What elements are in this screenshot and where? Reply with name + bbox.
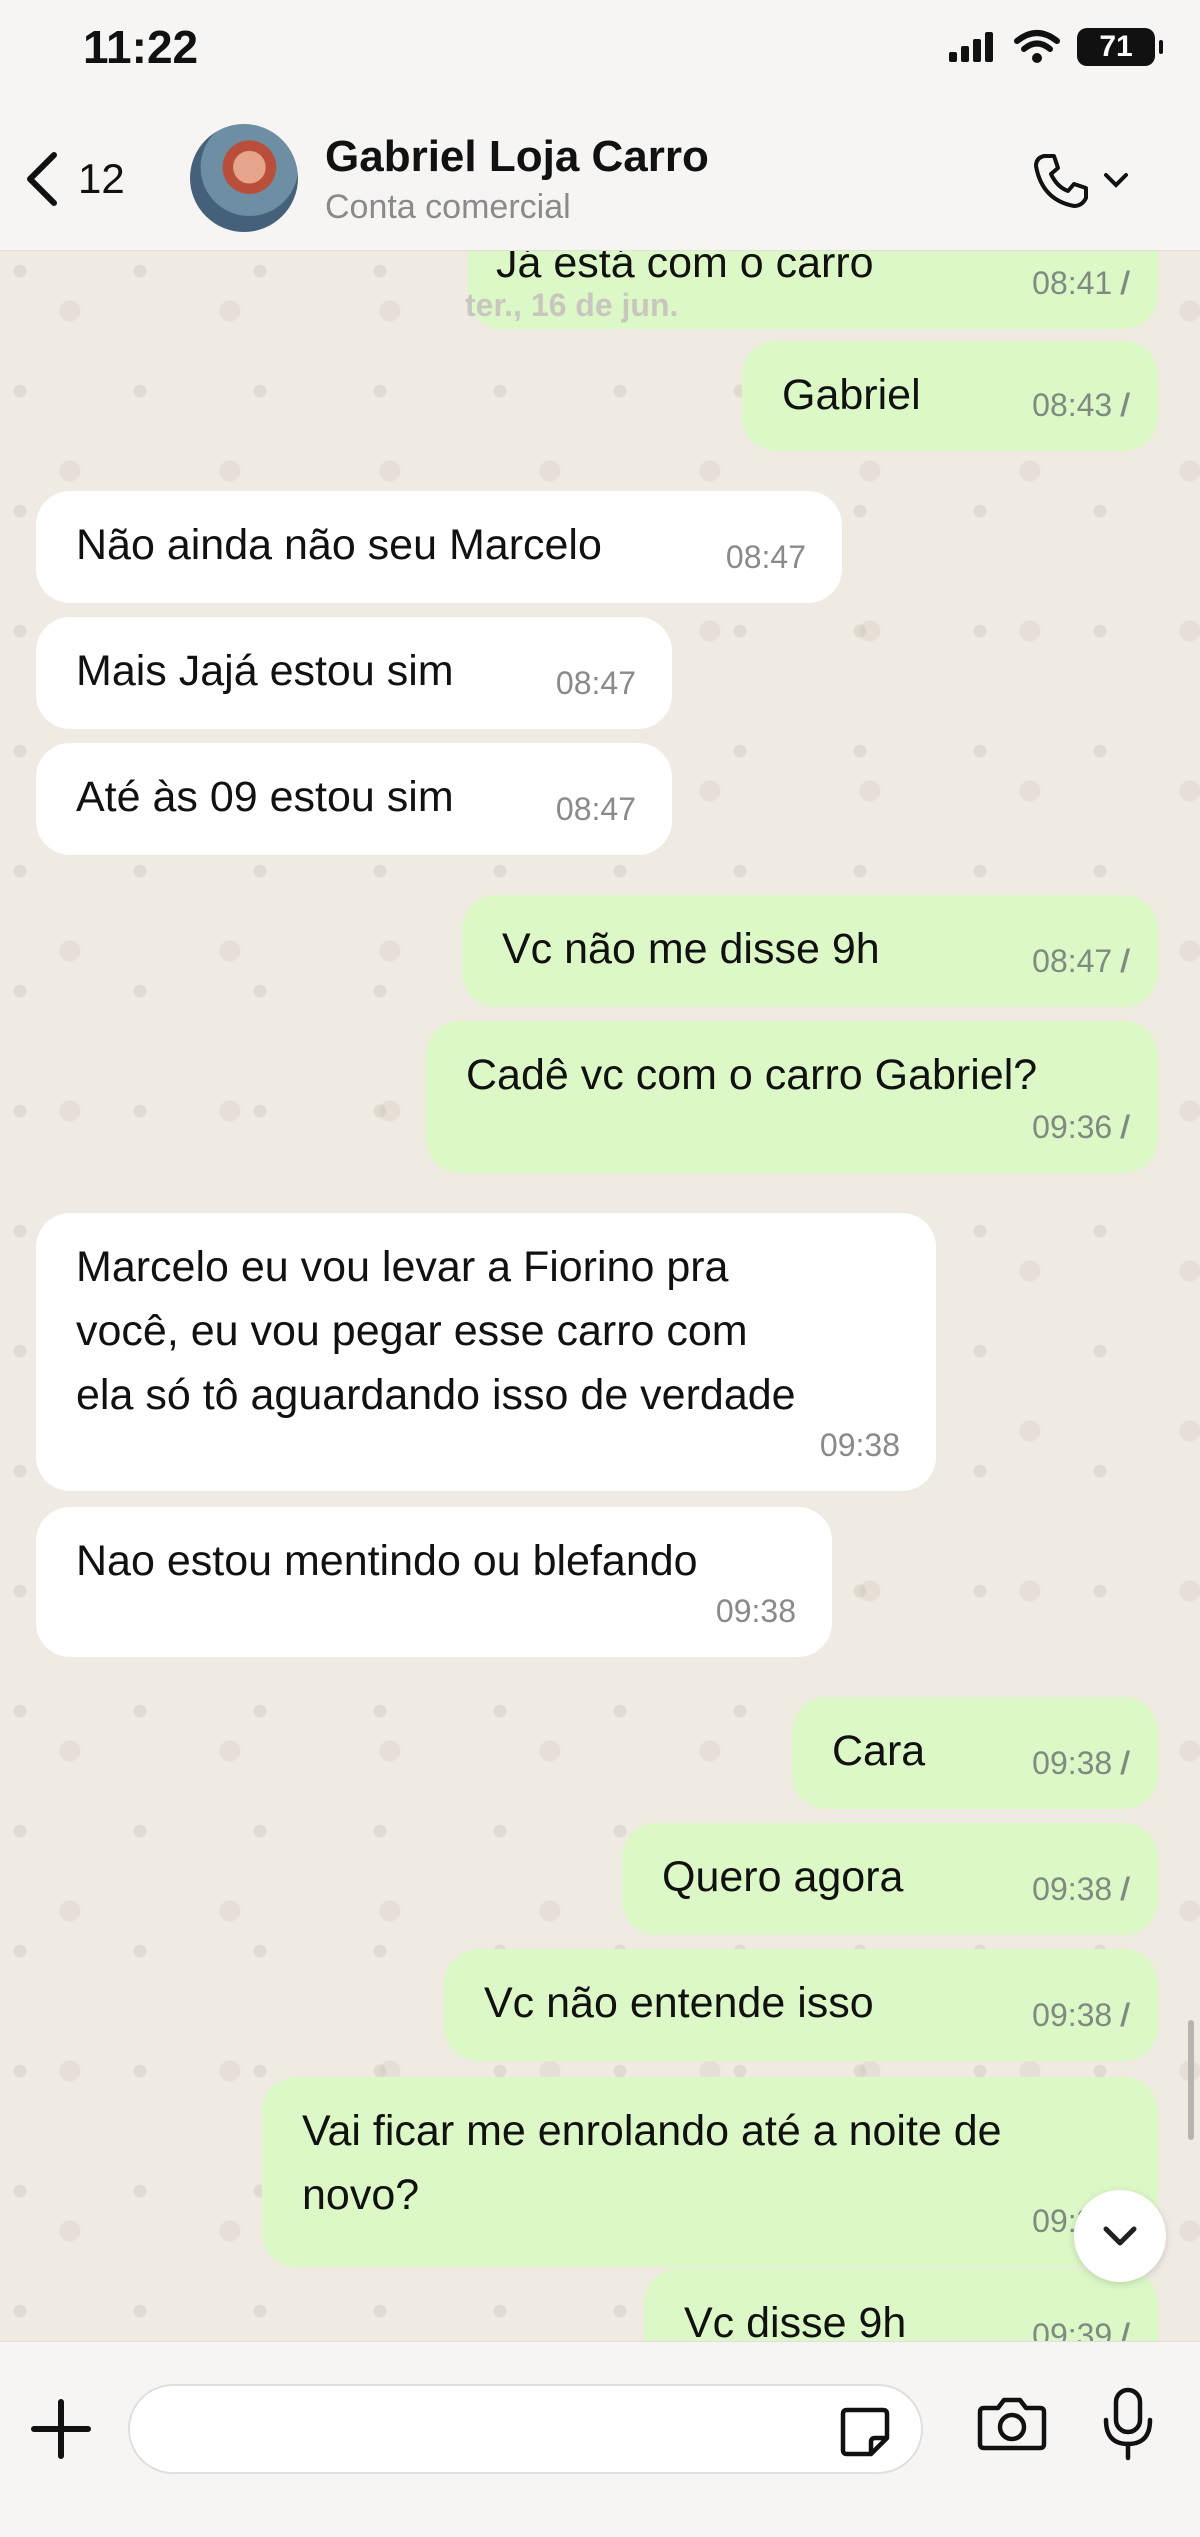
sticker-icon[interactable] [837, 2404, 893, 2460]
message-text: Nao estou mentindo ou blefando [76, 1537, 698, 1585]
message-time: 08:41 [1032, 265, 1113, 301]
message-text: Até às 09 estou sim [76, 773, 454, 821]
chevron-down-icon [1104, 173, 1128, 188]
message-text: Vc disse 9h [684, 2299, 907, 2341]
message-bubble-incoming[interactable]: Não ainda não seu Marcelo 08:47 [36, 491, 842, 603]
status-icons: 71 [947, 28, 1163, 66]
contact-subtitle: Conta comercial [325, 188, 571, 226]
contact-name[interactable]: Gabriel Loja Carro [325, 132, 709, 182]
message-bubble-outgoing[interactable]: Cara 09:38// [792, 1697, 1158, 1809]
message-meta: 08:41// [1032, 251, 1129, 315]
battery-indicator: 71 [1077, 28, 1163, 66]
chat-header: 12 Gabriel Loja Carro Conta comercial [0, 110, 1200, 251]
message-time: 08:47 [555, 665, 636, 701]
read-receipt-icon: // [1120, 265, 1129, 301]
unread-count: 12 [78, 155, 125, 202]
chevron-down-icon [1103, 2226, 1137, 2246]
status-time: 11:22 [83, 21, 199, 73]
date-separator: ter., 16 de jun. [465, 287, 679, 323]
message-bubble-incoming[interactable]: Mais Jajá estou sim 08:47 [36, 617, 672, 729]
message-text: Vc não me disse 9h [502, 925, 880, 973]
message-input[interactable] [128, 2384, 923, 2474]
message-time: 09:38 [1032, 1997, 1113, 2033]
message-time: 08:47 [1032, 943, 1113, 979]
camera-icon[interactable] [976, 2392, 1048, 2452]
message-bubble-incoming[interactable]: Nao estou mentindo ou blefando 09:38 [36, 1507, 832, 1657]
message-meta: 09:38// [1032, 1857, 1129, 1921]
message-meta: 09:38 [820, 1413, 900, 1477]
scrollbar[interactable] [1188, 2020, 1194, 2140]
message-text: Gabriel [782, 371, 921, 419]
read-receipt-icon: // [1120, 1745, 1129, 1781]
message-meta: 08:47 [556, 651, 636, 715]
message-bubble-outgoing[interactable]: Vai ficar me enrolando até a noite de no… [262, 2077, 1158, 2267]
back-button[interactable]: 12 [24, 144, 144, 214]
message-bubble-outgoing[interactable]: Vc não me disse 9h 08:47// [462, 895, 1158, 1007]
read-receipt-icon: // [1120, 387, 1129, 423]
cellular-signal-icon [949, 32, 993, 62]
message-time: 09:38 [715, 1593, 796, 1629]
message-time: 08:47 [725, 539, 806, 575]
status-bar: 11:22 71 [0, 0, 1200, 110]
message-text: Vai ficar me enrolando até a noite de no… [302, 2107, 1002, 2219]
message-text: Cadê vc com o carro Gabriel? [466, 1051, 1038, 1099]
message-text: Cara [832, 1727, 926, 1775]
avatar[interactable] [190, 124, 298, 232]
message-time: 09:38 [819, 1427, 900, 1463]
message-meta: 09:38// [1032, 1731, 1129, 1795]
message-bubble-incoming[interactable]: Até às 09 estou sim 08:47 [36, 743, 672, 855]
message-composer [0, 2341, 1200, 2537]
message-meta: 09:38// [1032, 1983, 1129, 2047]
read-receipt-icon: // [1120, 943, 1129, 979]
message-meta: 09:38 [716, 1579, 796, 1643]
message-bubble-outgoing[interactable]: Vc disse 9h 09:39 // [644, 2269, 1158, 2341]
read-receipt-icon: // [1120, 1109, 1129, 1145]
read-receipt-icon: // [1120, 2317, 1129, 2341]
message-meta: 09:39 // [1032, 2303, 1129, 2341]
message-time: 09:38 [1032, 1871, 1113, 1907]
message-bubble-outgoing[interactable]: Vc não entende isso 09:38// [444, 1949, 1158, 2061]
message-meta: 08:47 [556, 777, 636, 841]
message-meta: 08:47 [726, 525, 806, 589]
read-receipt-icon: // [1120, 1997, 1129, 2033]
message-text: Marcelo eu vou levar a Fiorino pra você,… [76, 1243, 796, 1419]
phone-icon [1034, 154, 1088, 208]
microphone-icon[interactable] [1100, 2386, 1156, 2462]
message-text: Mais Jajá estou sim [76, 647, 454, 695]
read-receipt-icon: // [1120, 1871, 1129, 1907]
message-bubble-outgoing[interactable]: Gabriel 08:43// [742, 341, 1158, 451]
chevron-left-icon [27, 152, 57, 206]
plus-icon[interactable] [26, 2394, 96, 2464]
scroll-to-bottom-button[interactable] [1074, 2190, 1166, 2282]
message-time: 08:43 [1032, 387, 1113, 423]
message-time: 09:36 [1032, 1109, 1113, 1145]
message-bubble-outgoing[interactable]: Cadê vc com o carro Gabriel? 09:36// [426, 1021, 1158, 1173]
call-button[interactable] [1030, 150, 1130, 212]
message-time: 09:38 [1032, 1745, 1113, 1781]
message-bubble-incoming[interactable]: Marcelo eu vou levar a Fiorino pra você,… [36, 1213, 936, 1491]
message-time: 08:47 [555, 791, 636, 827]
message-bubble-outgoing[interactable]: Quero agora 09:38// [622, 1823, 1158, 1935]
message-time: 09:39 [1032, 2317, 1113, 2341]
message-meta: 08:47// [1032, 929, 1129, 993]
message-meta: 08:43// [1032, 373, 1129, 437]
message-text: Não ainda não seu Marcelo [76, 521, 602, 569]
wifi-icon [1014, 30, 1060, 63]
message-list[interactable]: Já está com o carro 08:41// ter., 16 de … [0, 251, 1200, 2341]
message-text: Vc não entende isso [484, 1979, 874, 2027]
message-meta: 09:36// [1032, 1095, 1129, 1159]
message-text: Quero agora [662, 1853, 904, 1901]
